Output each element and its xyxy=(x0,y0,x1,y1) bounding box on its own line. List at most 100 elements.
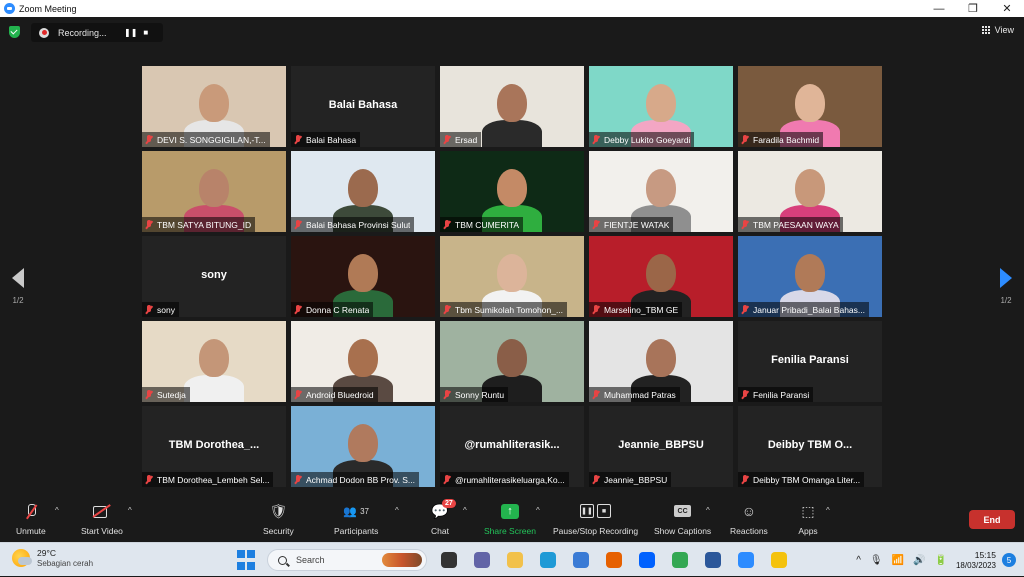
reactions-button[interactable]: ☺ Reactions xyxy=(730,502,768,536)
stop-recording-icon[interactable]: ■ xyxy=(143,28,148,37)
maximize-button[interactable]: ❐ xyxy=(956,0,990,17)
participant-tile[interactable]: FIENTJE WATAK xyxy=(589,151,733,232)
reactions-label: Reactions xyxy=(730,526,768,536)
pause-stop-recording-button[interactable]: ❚❚ ■ Pause/Stop Recording xyxy=(553,502,638,536)
share-options-caret[interactable]: ^ xyxy=(536,506,540,515)
participant-tile[interactable]: Sutedja xyxy=(142,321,286,402)
participant-name-bar: TBM PAESAAN WAYA xyxy=(738,217,843,232)
show-captions-button[interactable]: CC Show Captions xyxy=(654,502,711,536)
participant-tile[interactable]: Jeannie_BBPSU Jeannie_BBPSU xyxy=(589,406,733,487)
participant-name-bar: Jeannie_BBPSU xyxy=(589,472,672,487)
participant-face-shape xyxy=(497,339,527,377)
chat-unread-badge: 27 xyxy=(442,499,456,508)
greenshot-icon-glyph xyxy=(771,552,787,568)
audio-options-caret[interactable]: ^ xyxy=(55,506,59,515)
muted-mic-icon xyxy=(294,134,302,145)
participant-tile[interactable]: DEVI S. SONGGIGILAN,-T... xyxy=(142,66,286,147)
security-button[interactable]: 🛡 Security xyxy=(263,502,294,537)
participant-tile[interactable]: Tbm Sumikolah Tomohon_... xyxy=(440,236,584,317)
microphone-tray-icon[interactable]: 🎙 xyxy=(870,555,883,566)
captions-options-caret[interactable]: ^ xyxy=(706,506,710,515)
chat-button[interactable]: 💬 27 Chat xyxy=(430,499,456,536)
muted-mic-icon xyxy=(294,389,302,400)
view-label: View xyxy=(994,25,1014,35)
battery-icon[interactable]: 🔋 xyxy=(935,555,947,566)
participant-tile[interactable]: Ersad xyxy=(440,66,584,147)
apps-button[interactable]: ⬚ Apps xyxy=(798,502,818,537)
start-video-button[interactable]: Start Video xyxy=(81,502,123,536)
participant-tile[interactable]: Debby Lukito Goeyardi xyxy=(589,66,733,147)
participant-tile[interactable]: Android Bluedroid xyxy=(291,321,435,402)
participant-display-name: TBM Dorothea_... xyxy=(168,439,260,451)
participant-name: Sutedja xyxy=(157,389,186,400)
chat-options-caret[interactable]: ^ xyxy=(463,506,467,515)
next-page-button[interactable]: 1/2 xyxy=(1000,268,1012,305)
participant-tile[interactable]: TBM CUMERITA xyxy=(440,151,584,232)
participant-tile[interactable]: Muhammad Patras xyxy=(589,321,733,402)
participant-name-bar: Tbm Sumikolah Tomohon_... xyxy=(440,302,568,317)
previous-page-button[interactable]: 1/2 xyxy=(12,268,24,305)
participant-name: Android Bluedroid xyxy=(306,389,374,400)
participant-tile[interactable]: TBM PAESAAN WAYA xyxy=(738,151,882,232)
participant-face-shape xyxy=(348,424,378,462)
end-meeting-button[interactable]: End xyxy=(969,510,1015,529)
apps-options-caret[interactable]: ^ xyxy=(826,506,830,515)
minimize-button[interactable]: — xyxy=(922,0,956,17)
pause-recording-icon[interactable]: ❚❚ xyxy=(124,28,137,37)
taskbar-clock[interactable]: 15:15 18/03/2023 xyxy=(956,550,996,570)
participants-button[interactable]: 👥 37 Participants xyxy=(334,502,378,537)
participants-options-caret[interactable]: ^ xyxy=(395,506,399,515)
participant-tile[interactable]: TBM Dorothea_... TBM Dorothea_Lembeh Sel.… xyxy=(142,406,286,487)
file-explorer-icon[interactable] xyxy=(503,548,527,572)
participant-tile[interactable]: Sonny Runtu xyxy=(440,321,584,402)
task-view-icon[interactable] xyxy=(437,548,461,572)
dropbox-icon[interactable] xyxy=(635,548,659,572)
participant-tile[interactable]: Fenilia Paransi Fenilia Paransi xyxy=(738,321,882,402)
participant-tile[interactable]: Faradila Bachmid xyxy=(738,66,882,147)
participant-tile[interactable]: Januar Pribadi_Balai Bahas... xyxy=(738,236,882,317)
encryption-shield-icon[interactable] xyxy=(9,26,20,38)
participant-tile[interactable]: Balai Bahasa Provinsi Sulut xyxy=(291,151,435,232)
notification-count-badge[interactable]: 5 xyxy=(1002,553,1016,567)
store-icon[interactable] xyxy=(569,548,593,572)
participant-tile[interactable]: Marselino_TBM GE xyxy=(589,236,733,317)
wifi-icon[interactable]: 📶 xyxy=(892,555,904,566)
participant-tile[interactable]: Achmad Dodon BB Prov. S... xyxy=(291,406,435,487)
participant-tile[interactable]: Donna C Renata xyxy=(291,236,435,317)
participant-name-bar: FIENTJE WATAK xyxy=(589,217,674,232)
muted-mic-icon xyxy=(592,134,600,145)
participant-name: sony xyxy=(157,304,175,315)
firefox-icon[interactable] xyxy=(602,548,626,572)
greenshot-icon[interactable] xyxy=(767,548,791,572)
chrome-icon[interactable] xyxy=(668,548,692,572)
gallery-view: DEVI S. SONGGIGILAN,-T... Balai Bahasa Bal… xyxy=(142,66,882,491)
participant-tile[interactable]: @rumahliterasik... @rumahliterasikeluarga… xyxy=(440,406,584,487)
zoom-icon[interactable] xyxy=(734,548,758,572)
muted-mic-icon xyxy=(443,134,451,145)
participant-tile[interactable]: sony sony xyxy=(142,236,286,317)
unmute-button[interactable]: Unmute xyxy=(16,502,46,536)
share-screen-button[interactable]: ↑ Share Screen xyxy=(484,502,536,536)
participant-name-bar: Muhammad Patras xyxy=(589,387,680,402)
participant-tile[interactable]: Deibby TBM O... Deibby TBM Omanga Liter..… xyxy=(738,406,882,487)
participant-name: Fenilia Paransi xyxy=(753,389,810,400)
edge-icon[interactable] xyxy=(536,548,560,572)
show-hidden-icons-caret[interactable]: ^ xyxy=(856,555,861,566)
recording-dot-icon xyxy=(39,27,49,38)
pinned-apps xyxy=(437,548,800,572)
view-button[interactable]: View xyxy=(981,25,1014,35)
teams-chat-icon[interactable] xyxy=(470,548,494,572)
weather-widget[interactable]: 29°C Sebagian cerah xyxy=(12,548,93,568)
participant-name: Donna C Renata xyxy=(306,304,370,315)
close-button[interactable]: ✕ xyxy=(990,0,1024,17)
participant-tile[interactable]: Balai Bahasa Balai Bahasa xyxy=(291,66,435,147)
volume-icon[interactable]: 🔊 xyxy=(913,555,925,566)
participant-name-bar: Balai Bahasa Provinsi Sulut xyxy=(291,217,415,232)
word-icon[interactable] xyxy=(701,548,725,572)
video-options-caret[interactable]: ^ xyxy=(128,506,132,515)
chrome-icon-glyph xyxy=(672,552,688,568)
participant-tile[interactable]: TBM SATYA BITUNG_ID xyxy=(142,151,286,232)
windows-start-icon[interactable] xyxy=(234,548,258,572)
muted-mic-icon xyxy=(741,474,749,485)
taskbar-search-box[interactable]: Search xyxy=(267,549,427,571)
